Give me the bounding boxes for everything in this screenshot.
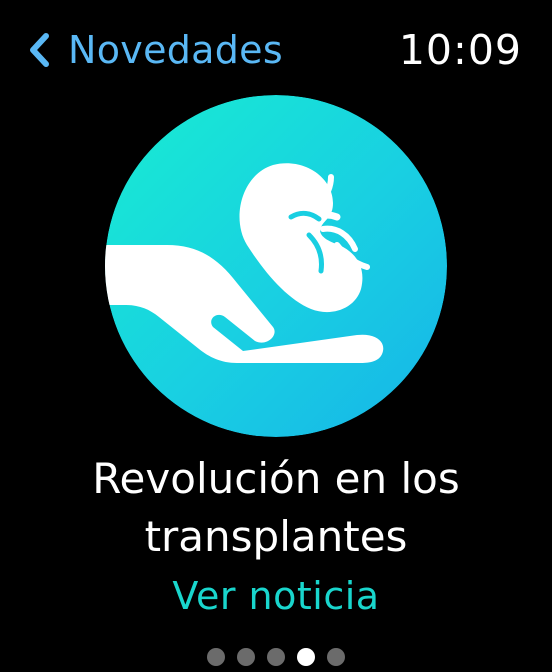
hand-holding-kidney-icon	[105, 95, 447, 437]
back-button[interactable]: Novedades	[26, 22, 283, 78]
chevron-left-icon	[30, 33, 49, 67]
page-dot-1	[207, 648, 225, 666]
page-indicator	[0, 648, 552, 666]
view-article-link[interactable]: Ver noticia	[0, 568, 552, 624]
page-dot-2	[237, 648, 255, 666]
headline-line-1: Revolución en los	[92, 454, 460, 503]
back-label: Novedades	[68, 28, 283, 72]
article-headline: Revolución en los transplantes	[0, 450, 552, 566]
article-image[interactable]	[105, 95, 447, 437]
page-dot-3	[267, 648, 285, 666]
headline-line-2: transplantes	[144, 512, 408, 561]
page-dot-4	[297, 648, 315, 666]
status-bar: Novedades 10:09	[0, 0, 552, 100]
page-dot-5	[327, 648, 345, 666]
clock: 10:09	[398, 26, 522, 74]
